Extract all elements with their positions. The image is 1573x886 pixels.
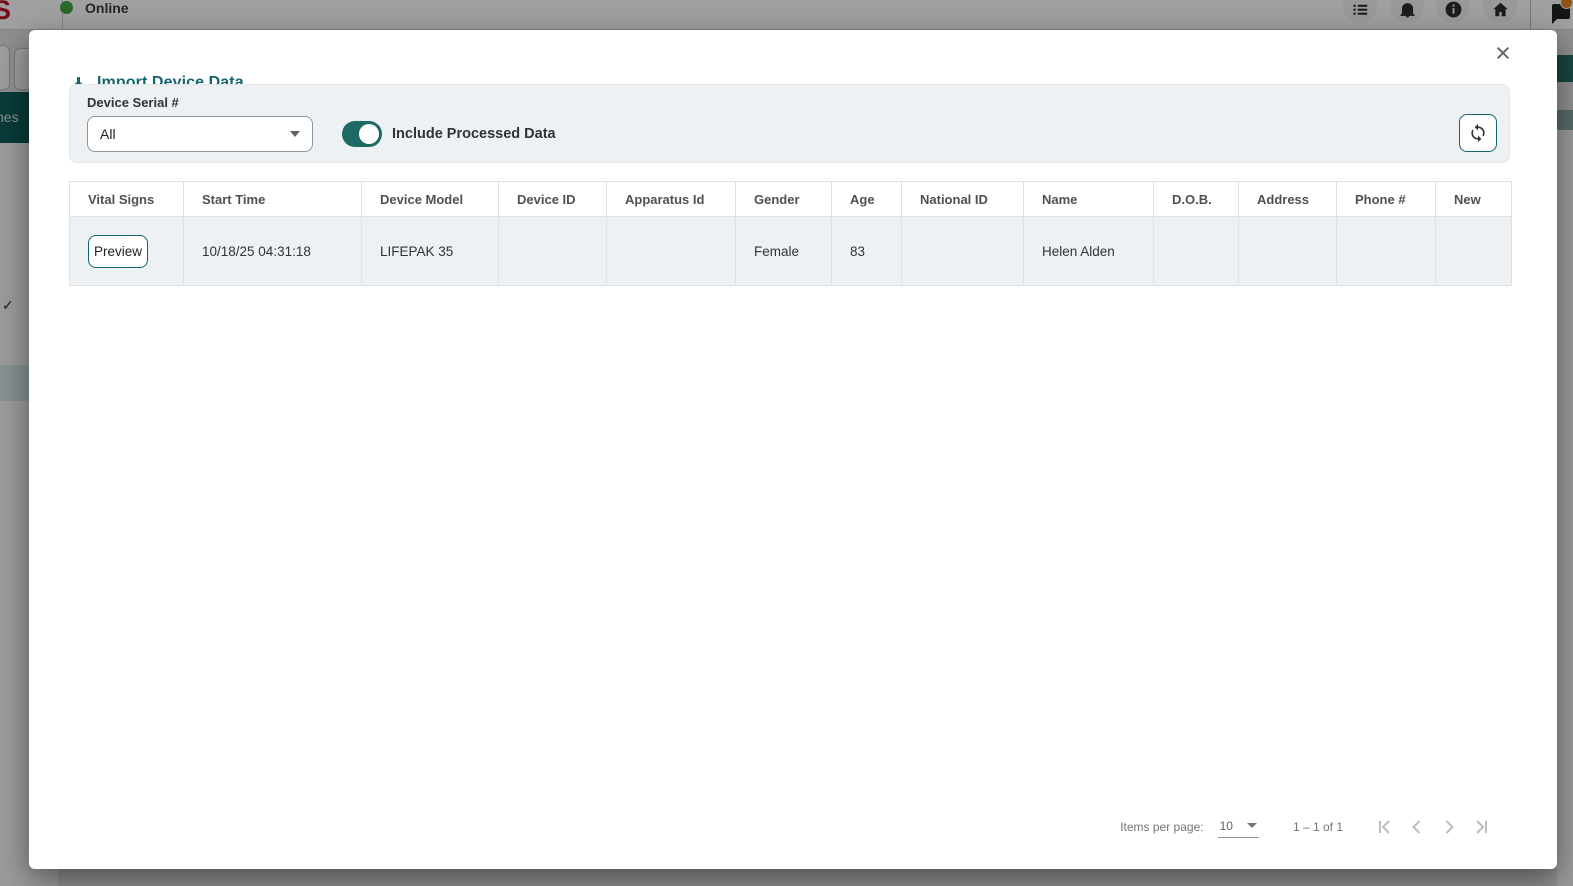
previous-page-button[interactable] — [1401, 811, 1433, 843]
chevron-down-icon — [1247, 823, 1257, 828]
col-gender: Gender — [736, 182, 832, 217]
cell-device-id — [499, 217, 607, 286]
first-page-button[interactable] — [1369, 811, 1401, 843]
cell-name: Helen Alden — [1024, 217, 1154, 286]
device-serial-value: All — [100, 126, 290, 142]
include-processed-label: Include Processed Data — [392, 126, 556, 142]
cell-gender: Female — [736, 217, 832, 286]
close-icon[interactable]: × — [1489, 40, 1517, 68]
cell-address — [1239, 217, 1337, 286]
col-name: Name — [1024, 182, 1154, 217]
page-range-label: 1 – 1 of 1 — [1293, 820, 1343, 834]
col-dob: D.O.B. — [1154, 182, 1239, 217]
device-serial-select[interactable]: All — [87, 116, 313, 152]
cell-start-time: 10/18/25 04:31:18 — [184, 217, 362, 286]
last-page-button[interactable] — [1465, 811, 1497, 843]
include-processed-toggle[interactable] — [342, 121, 382, 147]
table-row: Preview 10/18/25 04:31:18 LIFEPAK 35 Fem… — [70, 217, 1512, 286]
cell-new — [1436, 217, 1512, 286]
device-serial-label: Device Serial # — [87, 95, 179, 110]
items-per-page-value: 10 — [1220, 819, 1233, 833]
cell-vital-signs: Preview — [70, 217, 184, 286]
import-device-data-modal: Import Device Data × Device Serial # All… — [29, 30, 1557, 869]
cell-national-id — [902, 217, 1024, 286]
chevron-right-icon — [1437, 815, 1461, 839]
chevron-down-icon — [290, 131, 300, 137]
include-processed-toggle-group: Include Processed Data — [342, 121, 556, 147]
items-per-page-select[interactable]: 10 — [1218, 817, 1259, 838]
items-per-page-label: Items per page: — [1120, 820, 1203, 834]
col-start-time: Start Time — [184, 182, 362, 217]
chevron-left-icon — [1405, 815, 1429, 839]
col-age: Age — [832, 182, 902, 217]
cell-age: 83 — [832, 217, 902, 286]
last-page-icon — [1469, 815, 1493, 839]
col-phone: Phone # — [1337, 182, 1436, 217]
refresh-button[interactable] — [1459, 114, 1497, 152]
device-data-table: Vital Signs Start Time Device Model Devi… — [69, 181, 1512, 286]
col-new: New — [1436, 182, 1512, 217]
col-address: Address — [1239, 182, 1337, 217]
preview-button[interactable]: Preview — [88, 235, 148, 268]
cell-device-model: LIFEPAK 35 — [362, 217, 499, 286]
table-header-row: Vital Signs Start Time Device Model Devi… — [70, 182, 1512, 217]
sync-icon — [1468, 123, 1488, 143]
col-apparatus-id: Apparatus Id — [607, 182, 736, 217]
col-device-id: Device ID — [499, 182, 607, 217]
cell-phone — [1337, 217, 1436, 286]
first-page-icon — [1373, 815, 1397, 839]
cell-dob — [1154, 217, 1239, 286]
paginator: Items per page: 10 1 – 1 of 1 — [1120, 811, 1497, 843]
cell-apparatus-id — [607, 217, 736, 286]
next-page-button[interactable] — [1433, 811, 1465, 843]
toggle-knob — [359, 124, 379, 144]
col-device-model: Device Model — [362, 182, 499, 217]
col-vital-signs: Vital Signs — [70, 182, 184, 217]
filter-bar: Device Serial # All Include Processed Da… — [69, 84, 1510, 163]
col-national-id: National ID — [902, 182, 1024, 217]
